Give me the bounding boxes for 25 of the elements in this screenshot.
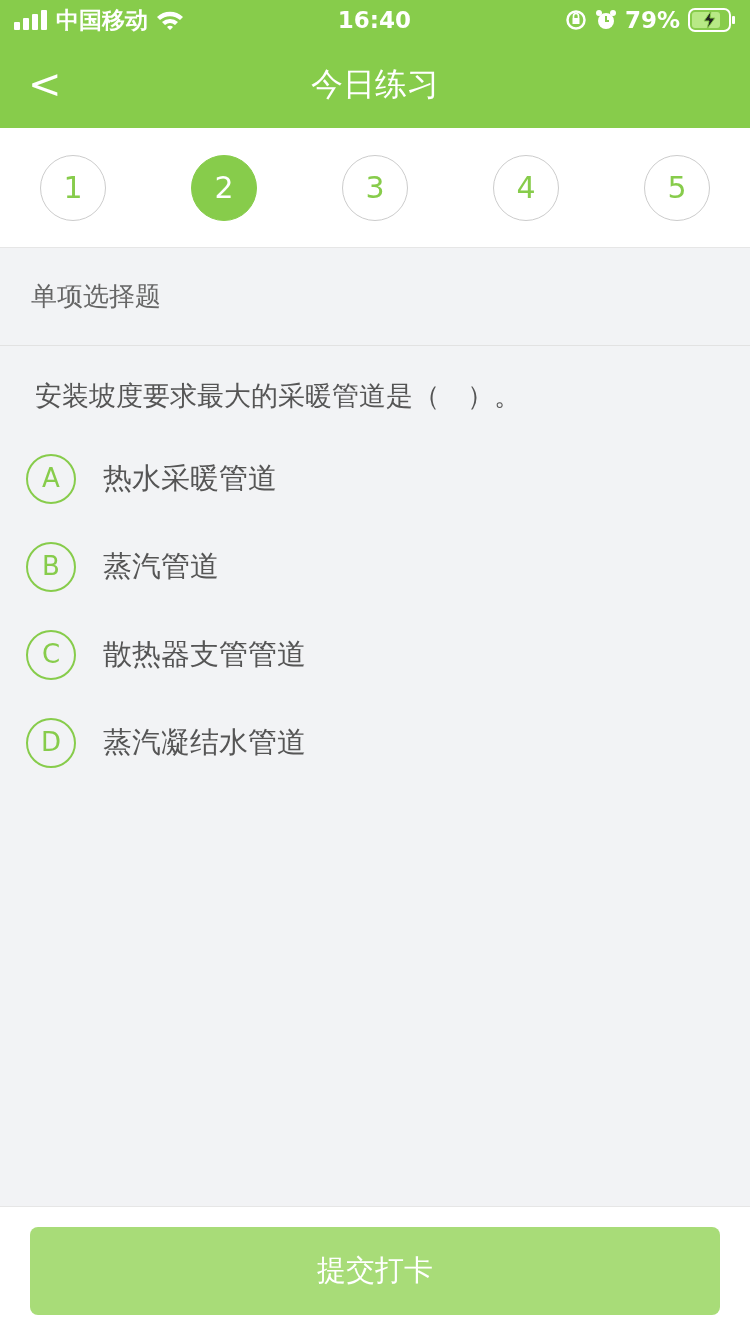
question-number-button[interactable]: 4: [493, 154, 559, 221]
option-text[interactable]: 蒸汽凝结水管道: [103, 720, 306, 765]
option-radio[interactable]: A: [26, 453, 76, 504]
option-radio[interactable]: C: [26, 629, 76, 680]
page-title: 今日练习: [311, 64, 439, 105]
option-radio[interactable]: D: [26, 717, 76, 768]
clock-time: 16:40: [337, 5, 412, 35]
question-type: 单项选择题: [0, 248, 750, 346]
question-number-button[interactable]: 1: [40, 154, 106, 221]
question-text: 安装坡度要求最大的采暖管道是（ ）。: [34, 379, 522, 413]
rotation-lock-icon: [564, 9, 587, 31]
question-number-button[interactable]: 2: [191, 154, 257, 221]
battery-percent: 79%: [624, 5, 680, 35]
alarm-icon: [594, 9, 617, 31]
option-text[interactable]: 散热器支管管道: [103, 632, 306, 677]
back-button[interactable]: <: [22, 64, 68, 104]
wifi-icon: [156, 10, 184, 30]
battery-icon: [688, 8, 736, 32]
carrier-name: 中国移动: [56, 5, 148, 35]
signal-icon: [14, 10, 48, 30]
option-text[interactable]: 热水采暖管道: [103, 456, 277, 501]
question-number-button[interactable]: 5: [644, 154, 710, 221]
question-number-button[interactable]: 3: [342, 154, 408, 221]
option-radio[interactable]: B: [26, 541, 76, 592]
option-text[interactable]: 蒸汽管道: [103, 544, 219, 589]
